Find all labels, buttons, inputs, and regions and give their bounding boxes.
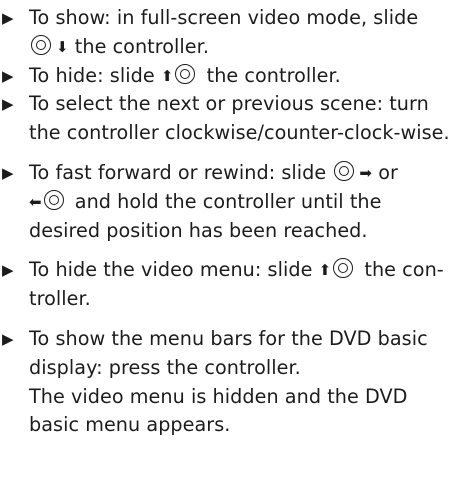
bullet-triangle-icon: ▶: [2, 261, 14, 280]
arrow-up-icon: ⬆: [160, 66, 174, 85]
list-item-fast-forward: ▶ To fast forward or rewind: slide ➡ or …: [2, 159, 456, 245]
item-text: To fast forward or rewind: slide: [29, 160, 327, 184]
list-item-show-menu-bars: ▶ To show the menu bars for the DVD basi…: [2, 325, 456, 440]
item-text: To select the next or previous scene: tu…: [29, 92, 450, 145]
item-text: To hide: slide: [29, 63, 155, 87]
controller-icon: [174, 63, 199, 88]
arrow-right-icon: ➡: [359, 163, 373, 182]
list-item-hide: ▶ To hide: slide ⬆ the controller.: [2, 62, 456, 91]
arrow-left-icon: ⬅: [29, 192, 42, 211]
instruction-list: ▶ To show: in full-screen video mode, sl…: [0, 0, 462, 485]
item-text: To show: in full-screen video mode, slid…: [29, 6, 419, 29]
list-item-show: ▶ To show: in full-screen video mode, sl…: [2, 4, 456, 62]
controller-icon: [333, 160, 358, 185]
bullet-triangle-icon: ▶: [2, 329, 14, 348]
bullet-triangle-icon: ▶: [2, 9, 14, 27]
bullet-triangle-icon: ▶: [2, 66, 14, 85]
item-text: To hide the video menu: slide: [29, 258, 313, 282]
item-text: To show the menu bars for the DVD basic …: [29, 326, 428, 379]
bullet-triangle-icon: ▶: [2, 163, 14, 182]
item-text: the controller.: [74, 34, 209, 58]
item-text: and hold the controller until the desire…: [29, 189, 382, 242]
controller-icon: [332, 257, 357, 282]
item-text: or: [378, 160, 398, 184]
result-note: The video menu is hidden and the DVD bas…: [29, 384, 408, 437]
arrow-down-icon: ⬇: [56, 37, 69, 56]
arrow-up-icon: ⬆: [318, 261, 332, 280]
list-item-select-scene: ▶ To select the next or previous scene: …: [2, 90, 456, 148]
item-text: the controller.: [206, 63, 341, 87]
bullet-triangle-icon: ▶: [2, 95, 14, 114]
controller-icon: [43, 189, 68, 214]
list-item-hide-menu: ▶ To hide the video menu: slide ⬆ the co…: [2, 256, 456, 314]
controller-icon: [30, 34, 55, 59]
